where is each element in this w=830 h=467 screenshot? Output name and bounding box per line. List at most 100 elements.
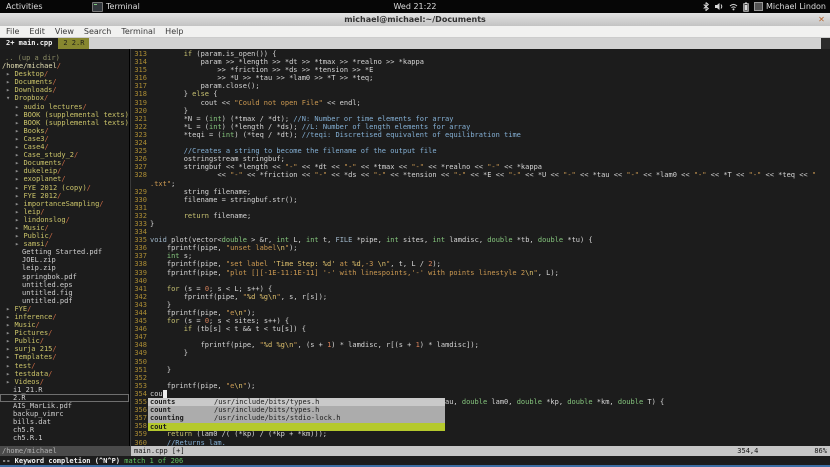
tree-item[interactable]: Getting Started.pdf xyxy=(0,248,129,256)
code-line[interactable]: 321 *N = (int) (*tmax / *dt); //N: Numbe… xyxy=(131,115,830,123)
tree-item[interactable]: leip.zip xyxy=(0,264,129,272)
code-line[interactable]: 344 fprintf(pipe, "e\n"); xyxy=(131,309,830,317)
code-line[interactable]: 360 //Returns lam. xyxy=(131,439,830,447)
tree-item[interactable]: ▸ inference/ xyxy=(0,313,129,321)
tree-item[interactable]: 2.R xyxy=(0,393,129,403)
tree-item[interactable]: ▸ BOOK (supplemental texts) ( xyxy=(0,111,129,119)
code-line[interactable]: 340 xyxy=(131,277,830,285)
tree-item[interactable]: ▸ lindonslog/ xyxy=(0,216,129,224)
code-line[interactable]: 330 filename = stringbuf.str(); xyxy=(131,196,830,204)
code-line[interactable]: 350 xyxy=(131,358,830,366)
menu-item-view[interactable]: View xyxy=(55,27,74,36)
code-line[interactable]: 353 fprintf(pipe, "e\n"); xyxy=(131,382,830,390)
code-line[interactable]: 325 //Creates a string to become the fil… xyxy=(131,147,830,155)
menu-item-file[interactable]: File xyxy=(6,27,19,36)
completion-item[interactable]: counts/usr/include/bits/types.h xyxy=(148,398,445,407)
tree-item[interactable]: ▸ test/ xyxy=(0,362,129,370)
code-line[interactable]: 323 *teqi = (int) (*teq / *dt); //teqi: … xyxy=(131,131,830,139)
code-line[interactable]: 351 } xyxy=(131,366,830,374)
tree-item[interactable]: ▸ FYE/ xyxy=(0,305,129,313)
tree-item[interactable]: ▸ leip/ xyxy=(0,208,129,216)
tree-item[interactable]: ▸ Music/ xyxy=(0,224,129,232)
tree-item[interactable]: ▸ FYE 2012/ xyxy=(0,192,129,200)
code-line[interactable]: .txt"; xyxy=(131,180,830,188)
tree-item[interactable]: ▸ surja 215/ xyxy=(0,345,129,353)
tree-item[interactable]: .. (up a dir) xyxy=(0,54,129,62)
tree-item[interactable]: ▸ Desktop/ xyxy=(0,70,129,78)
tree-item[interactable]: ▸ importanceSampling/ xyxy=(0,200,129,208)
tree-item[interactable]: ▸ Videos/ xyxy=(0,378,129,386)
code-line[interactable]: 347 xyxy=(131,333,830,341)
tree-item[interactable]: ▸ Templates/ xyxy=(0,353,129,361)
code-line[interactable]: 319 cout << "Could not open File" << end… xyxy=(131,99,830,107)
statusline-filetree[interactable]: /home/michael xyxy=(0,446,131,456)
code-line[interactable]: 332 return filename; xyxy=(131,212,830,220)
code-line[interactable]: 354 cou xyxy=(131,389,830,398)
menu-item-edit[interactable]: Edit xyxy=(29,27,45,36)
code-line[interactable]: 315 >> *friction >> *ds >> *tension >> *… xyxy=(131,66,830,74)
tree-item[interactable]: ch5.R xyxy=(0,426,129,434)
tree-item[interactable]: ch5.R.1 xyxy=(0,434,129,442)
completion-item[interactable]: cout xyxy=(148,422,445,431)
code-line[interactable]: 337 int s; xyxy=(131,252,830,260)
tree-item[interactable]: ▸ Documents/ xyxy=(0,78,129,86)
tree-item[interactable]: AIS_MarLik.pdf xyxy=(0,402,129,410)
vim-tab[interactable]: 2 2.R xyxy=(58,38,90,49)
code-line[interactable]: 343 } xyxy=(131,301,830,309)
tree-item[interactable]: ▸ samsi/ xyxy=(0,240,129,248)
window-close-button[interactable]: ✕ xyxy=(816,13,827,26)
tree-item[interactable]: ▸ Books/ xyxy=(0,127,129,135)
code-line[interactable]: 313 if (param.is_open()) { xyxy=(131,50,830,58)
completion-item[interactable]: count/usr/include/bits/types.h xyxy=(148,406,445,415)
tree-item[interactable]: ▸ BOOK (supplemental texts) ( xyxy=(0,119,129,127)
tree-item[interactable]: ▸ Public/ xyxy=(0,337,129,345)
tree-item[interactable]: untitled.pdf xyxy=(0,297,129,305)
code-line[interactable]: 324 xyxy=(131,139,830,147)
tree-item[interactable]: JOEL.zip xyxy=(0,256,129,264)
code-line[interactable]: 320 } xyxy=(131,107,830,115)
completion-item[interactable]: counting/usr/include/bits/stdio-lock.h xyxy=(148,414,445,423)
code-line[interactable]: 352 xyxy=(131,374,830,382)
tree-item[interactable]: ▸ FYE 2012 (copy)/ xyxy=(0,184,129,192)
vim-tab[interactable]: 2+ main.cpp xyxy=(0,38,59,49)
network-icon[interactable] xyxy=(729,2,738,11)
tree-item[interactable]: ▸ Downloads/ xyxy=(0,86,129,94)
tree-item[interactable]: ▸ testdata/ xyxy=(0,370,129,378)
menu-item-search[interactable]: Search xyxy=(84,27,111,36)
code-line[interactable]: 345 for (s = 0; s < sites; s++) { xyxy=(131,317,830,325)
code-line[interactable]: 338 fprintf(pipe, "set label 'Time Step:… xyxy=(131,260,830,268)
tree-item[interactable]: ▸ dukeleip/ xyxy=(0,167,129,175)
code-line[interactable]: 359 return (lam0 /( (*kp) / (*kp + *km))… xyxy=(131,430,830,438)
code-line[interactable]: 339 fprintf(pipe, "plot [][-1E-11:1E-11]… xyxy=(131,269,830,277)
code-line[interactable]: 329 string filename; xyxy=(131,188,830,196)
code-line[interactable]: 346 if (tb[s] < t && t < tu[s]) { xyxy=(131,325,830,333)
code-line[interactable]: 318 } else { xyxy=(131,90,830,98)
code-line[interactable]: 314 param >> *length >> *dt >> *tmax >> … xyxy=(131,58,830,66)
menu-item-help[interactable]: Help xyxy=(165,27,183,36)
tree-item[interactable]: springbok.pdf xyxy=(0,273,129,281)
code-line[interactable]: 317 param.close(); xyxy=(131,82,830,90)
tree-item[interactable]: /home/michael/ xyxy=(0,62,129,70)
menu-item-terminal[interactable]: Terminal xyxy=(121,27,155,36)
code-line[interactable]: 331 xyxy=(131,204,830,212)
tree-item[interactable]: ▸ Case_study_2/ xyxy=(0,151,129,159)
tree-item[interactable]: ▸ Pictures/ xyxy=(0,329,129,337)
tree-item[interactable]: i1_21.R xyxy=(0,386,129,394)
code-line[interactable]: 333} xyxy=(131,220,830,228)
code-line[interactable]: 336 fprintf(pipe, "unset label\n"); xyxy=(131,244,830,252)
tree-item[interactable]: ▸ audio lectures/ xyxy=(0,103,129,111)
tree-item[interactable]: ▸ Case4/ xyxy=(0,143,129,151)
tree-item[interactable]: ▸ Public/ xyxy=(0,232,129,240)
tree-item[interactable]: ▾ Dropbox/ xyxy=(0,94,129,102)
code-line[interactable]: 322 *L = (int) (*length / *ds); //L: Num… xyxy=(131,123,830,131)
statusline-main[interactable]: main.cpp [+] 354,4 86% xyxy=(131,446,830,456)
code-line[interactable]: 348 fprintf(pipe, "%d %g\n", (s + 1) * l… xyxy=(131,341,830,349)
code-line[interactable]: 326 ostringstream stringbuf; xyxy=(131,155,830,163)
tree-item[interactable]: untitled.eps xyxy=(0,281,129,289)
tree-item[interactable]: untitled.fig xyxy=(0,289,129,297)
code-line[interactable]: 349 } xyxy=(131,349,830,357)
tree-item[interactable]: bills.dat xyxy=(0,418,129,426)
code-line[interactable]: 316 >> *U >> *tau >> *lam0 >> *T >> *teq… xyxy=(131,74,830,82)
window-title-bar[interactable]: michael@michael:~/Documents ✕ xyxy=(0,13,830,27)
code-line[interactable]: 328 << "-" << *friction << "-" << *ds <<… xyxy=(131,171,830,179)
